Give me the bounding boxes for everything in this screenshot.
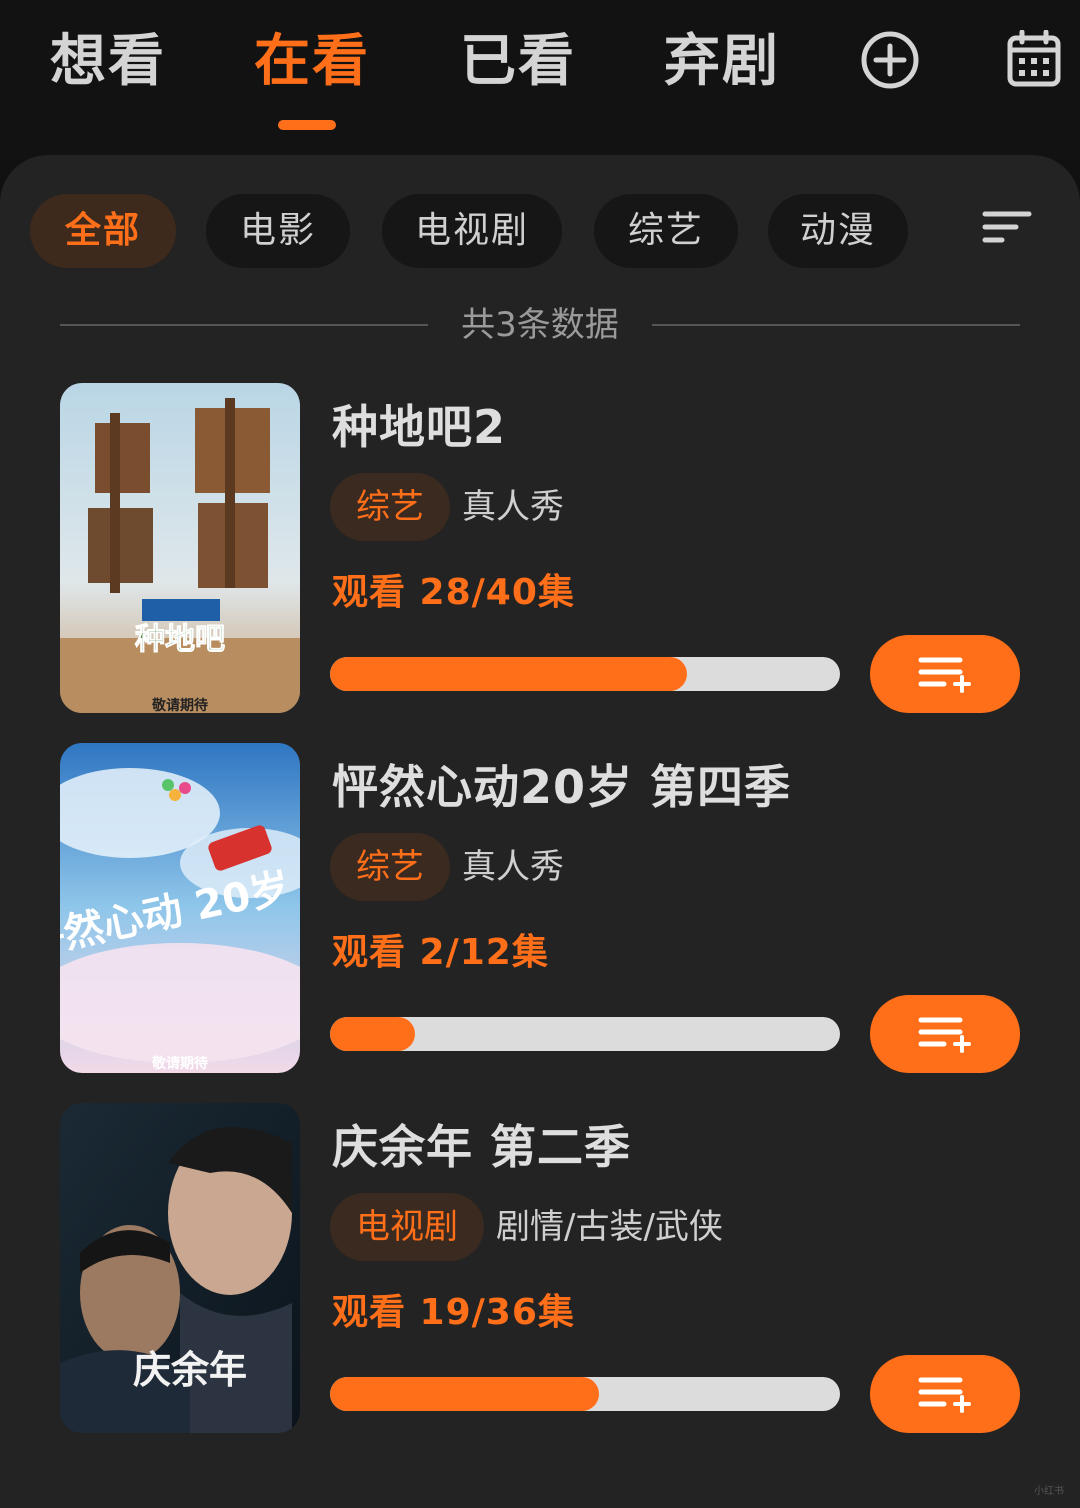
progress-text: 观看 28/40集 <box>332 572 575 613</box>
filter-movie[interactable]: 电影 <box>206 194 350 268</box>
add-episode-button[interactable] <box>870 635 1020 713</box>
playlist-add-icon <box>918 657 971 693</box>
active-tab-indicator <box>278 120 336 130</box>
poster-image[interactable]: 庆余年 <box>60 1103 300 1433</box>
tab-watching[interactable]: 在看 <box>254 22 370 102</box>
divider-left <box>60 324 428 326</box>
list-item[interactable]: 种地吧 敬请期待 种地吧2 综艺 真人秀 观看 28/40集 <box>0 383 1080 713</box>
progress-bar <box>330 1017 840 1051</box>
filter-anime[interactable]: 动漫 <box>768 194 908 268</box>
progress-text: 观看 2/12集 <box>332 932 549 973</box>
list-item[interactable]: 庆余年 庆余年 第二季 电视剧 剧情/古装/武侠 观看 19/36集 <box>0 1103 1080 1433</box>
progress-text: 观看 19/36集 <box>332 1292 575 1333</box>
divider-right <box>652 324 1020 326</box>
progress-bar <box>330 657 840 691</box>
genre-text: 剧情/古装/武侠 <box>496 1207 723 1247</box>
poster-image[interactable]: 种地吧 敬请期待 <box>60 383 300 713</box>
category-badge: 电视剧 <box>330 1193 484 1261</box>
genre-text: 真人秀 <box>462 487 564 527</box>
list-item[interactable]: 怦然心动 20岁 敬请期待 怦然心动20岁 第四季 综艺 真人秀 观看 2/12… <box>0 743 1080 1073</box>
poster-caption: 敬请期待 <box>151 1055 208 1072</box>
tab-watched[interactable]: 已看 <box>460 22 576 102</box>
filter-variety[interactable]: 综艺 <box>594 194 738 268</box>
add-episode-button[interactable] <box>870 1355 1020 1433</box>
poster-image[interactable]: 怦然心动 20岁 敬请期待 <box>60 743 300 1073</box>
calendar-icon[interactable] <box>1006 29 1062 88</box>
filter-all[interactable]: 全部 <box>30 194 176 268</box>
item-title: 怦然心动20岁 第四季 <box>332 760 792 814</box>
add-circle-icon[interactable] <box>860 30 920 90</box>
poster-title-text: 庆余年 <box>133 1348 247 1392</box>
tab-want[interactable]: 想看 <box>50 22 166 102</box>
record-count: 共3条数据 <box>461 305 619 345</box>
tab-dropped[interactable]: 弃剧 <box>664 22 780 102</box>
item-title: 种地吧2 <box>332 400 507 454</box>
top-bar: 想看 在看 已看 弃剧 <box>0 0 1080 160</box>
sort-icon[interactable] <box>982 210 1032 246</box>
category-badge: 综艺 <box>330 833 450 901</box>
progress-fill <box>330 657 687 691</box>
poster-title-text: 种地吧 <box>135 622 225 657</box>
poster-caption: 敬请期待 <box>151 697 208 713</box>
watermark: 小红书 <box>1034 1486 1064 1497</box>
playlist-add-icon <box>918 1377 971 1413</box>
progress-bar <box>330 1377 840 1411</box>
playlist-add-icon <box>918 1017 971 1053</box>
category-badge: 综艺 <box>330 473 450 541</box>
progress-fill <box>330 1377 600 1411</box>
add-episode-button[interactable] <box>870 995 1020 1073</box>
genre-text: 真人秀 <box>462 847 564 887</box>
filter-tv[interactable]: 电视剧 <box>382 194 562 268</box>
item-title: 庆余年 第二季 <box>332 1120 632 1174</box>
progress-fill <box>330 1017 415 1051</box>
